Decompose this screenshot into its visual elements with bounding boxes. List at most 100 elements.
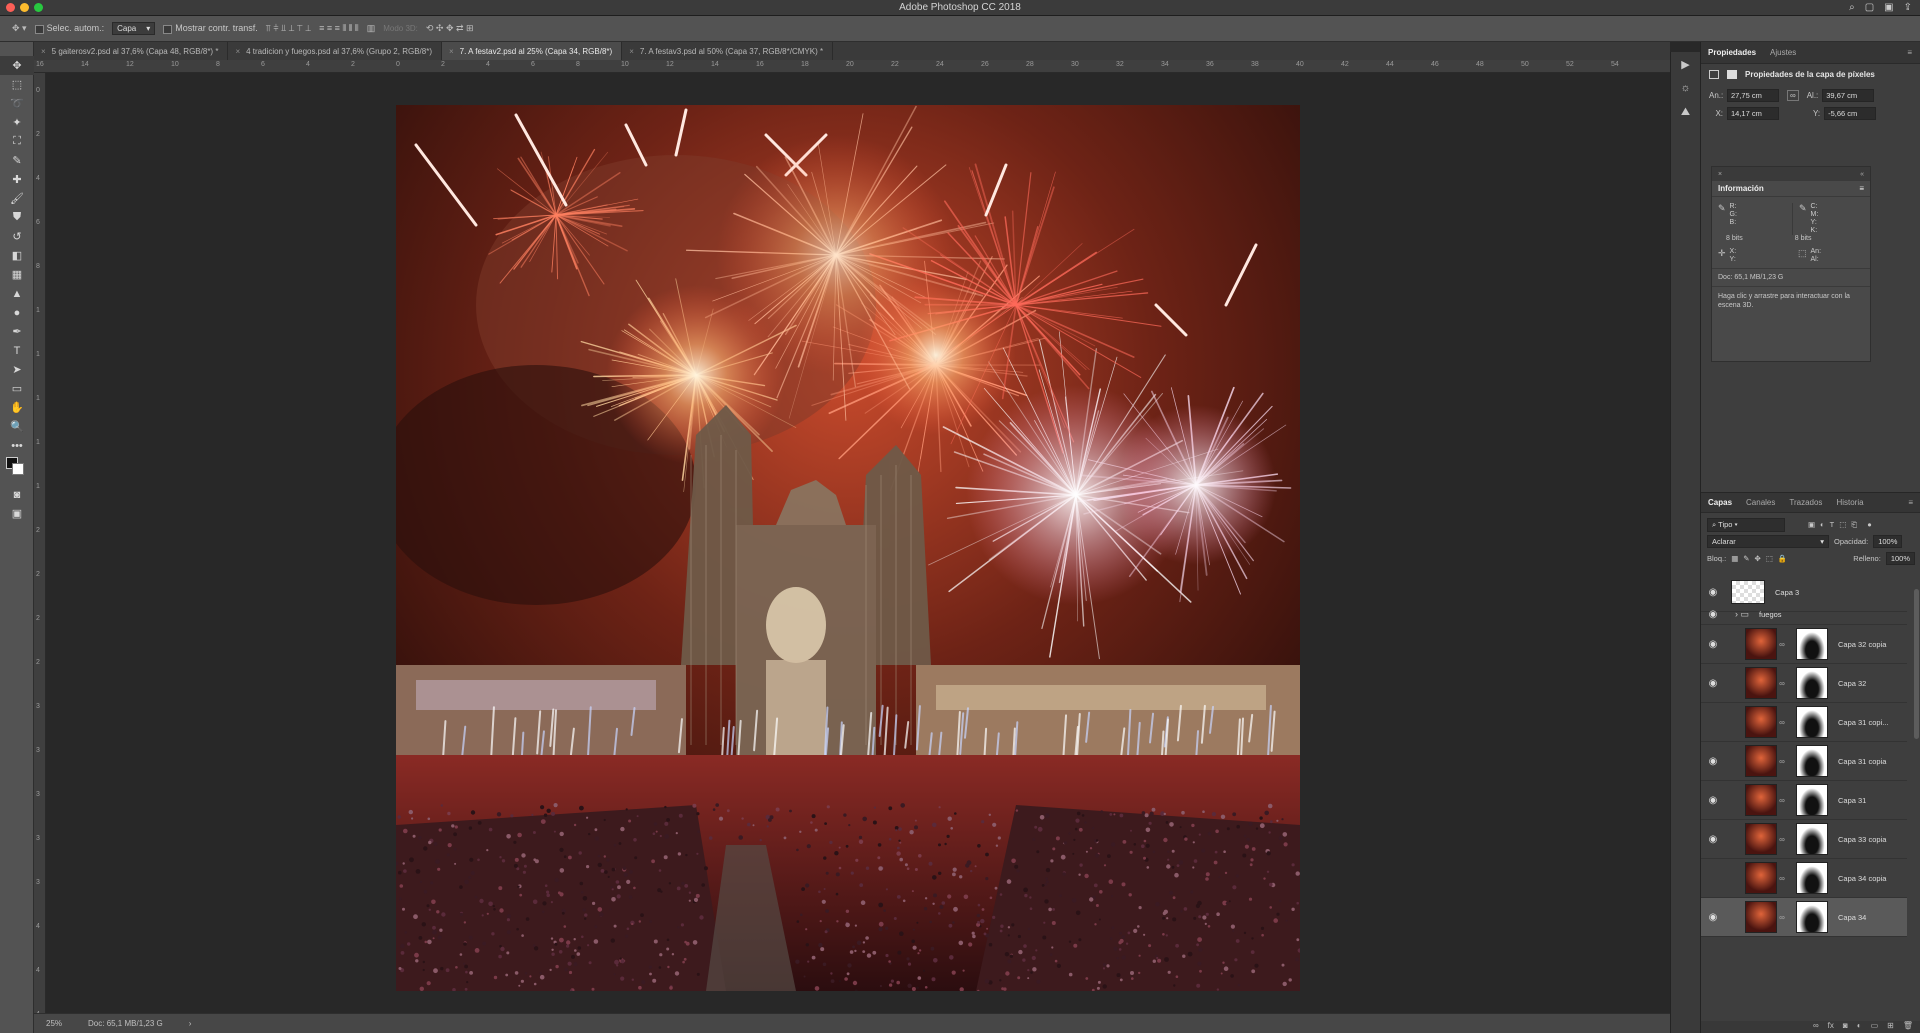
link-layers-icon[interactable]: ∞ [1813,1021,1819,1033]
path-selection-tool-icon[interactable]: ➤ [0,360,34,379]
layer-thumbnail[interactable] [1745,862,1777,894]
mask-link-icon[interactable]: ∞ [1779,796,1785,805]
new-group-icon[interactable]: ▭ [1871,1021,1879,1033]
mask-link-icon[interactable]: ∞ [1779,640,1785,649]
layer-row[interactable]: ◉ ∞ Capa 32 copia [1701,625,1907,664]
close-icon[interactable]: × [1718,171,1722,178]
adjustments-icon[interactable]: ☼ [1671,76,1700,100]
panel-menu-icon[interactable]: ≡ [1907,48,1912,57]
visibility-eye-icon[interactable]: ◉ [1701,795,1725,806]
auto-select-dropdown[interactable]: Capa ▾ [112,22,156,35]
close-icon[interactable]: × [41,47,46,56]
type-tool-icon[interactable]: T [0,341,34,360]
vertical-ruler[interactable]: 0246811111222233333444 [34,73,46,1013]
layer-row[interactable]: ◉ ∞ Capa 31 copia [1701,742,1907,781]
healing-tool-icon[interactable]: ✚ [0,170,34,189]
layer-mask-thumbnail[interactable] [1796,862,1828,894]
mask-link-icon[interactable]: ∞ [1779,835,1785,844]
layer-thumbnail[interactable] [1745,901,1777,933]
document-tab[interactable]: × 7. A festav3.psd al 50% (Capa 37, RGB/8… [622,42,834,60]
visibility-eye-icon[interactable]: ◉ [1701,609,1725,620]
panel-menu-icon[interactable]: ≡ [1908,498,1913,507]
mask-link-icon[interactable]: ∞ [1779,913,1785,922]
close-icon[interactable]: × [629,47,634,56]
folder-icon[interactable]: › ▭ [1735,609,1749,620]
share-icon[interactable]: ⇪ [1904,2,1912,13]
layer-thumbnail[interactable] [1745,706,1777,738]
blend-mode-dropdown[interactable]: Aclarar ▾ [1707,535,1829,548]
workspace-icon[interactable]: ▣ [1884,2,1893,13]
mask-link-icon[interactable]: ∞ [1779,874,1785,883]
layer-filter-dropdown[interactable]: ⌕ Tipo ▾ [1707,517,1785,532]
layer-row[interactable]: ◉ ∞ Capa 32 [1701,664,1907,703]
layer-thumbnail[interactable] [1745,667,1777,699]
layer-row[interactable]: ◉ ∞ Capa 34 [1701,898,1907,937]
layer-thumbnail[interactable] [1731,580,1765,604]
adjustment-layer-icon[interactable]: ◐ [1857,1021,1862,1033]
rectangle-tool-icon[interactable]: ▭ [0,379,34,398]
auto-select-checkbox[interactable]: Selec. autom.: [34,23,104,34]
move-tool-icon[interactable]: ✥ ▾ [12,23,27,34]
filter-toggle-icon[interactable]: ● [1867,520,1872,529]
more-tools-icon[interactable]: ••• [0,436,34,455]
fx-icon[interactable]: fx [1828,1021,1834,1033]
tab-canales[interactable]: Canales [1746,498,1775,507]
tab-ajustes[interactable]: Ajustes [1770,48,1796,57]
quick-mask-icon[interactable]: ◙ [0,485,34,504]
layer-thumbnail[interactable] [1745,784,1777,816]
layer-row[interactable]: ∞ Capa 34 copia [1701,859,1907,898]
tab-trazados[interactable]: Trazados [1789,498,1822,507]
layer-mask-thumbnail[interactable] [1796,628,1828,660]
layer-mask-thumbnail[interactable] [1796,706,1828,738]
mask-link-icon[interactable]: ∞ [1779,757,1785,766]
mask-link-icon[interactable]: ∞ [1779,679,1785,688]
height-field[interactable]: 39,67 cm [1822,89,1875,102]
layer-row[interactable]: ◉ ∞ Capa 33 copia [1701,820,1907,859]
add-mask-icon[interactable]: ◙ [1843,1021,1848,1033]
gradient-tool-icon[interactable]: ▦ [0,265,34,284]
magic-wand-tool-icon[interactable]: ✦ [0,113,34,132]
pen-tool-icon[interactable]: ✒ [0,322,34,341]
opacity-field[interactable]: 100% [1873,535,1903,548]
visibility-eye-icon[interactable]: ◉ [1701,912,1725,923]
screen-mode-icon[interactable]: ▣ [0,504,34,523]
document-tab[interactable]: × 5 gaiterosv2.psd al 37,6% (Capa 48, RGB… [34,42,229,60]
width-field[interactable]: 27,75 cm [1727,89,1779,102]
filter-icons[interactable]: ▣◐T⬚⎗ [1808,520,1862,530]
status-arrow-icon[interactable]: › [189,1019,192,1028]
x-field[interactable]: 14,17 cm [1727,107,1779,120]
dodge-tool-icon[interactable]: ● [0,303,34,322]
fill-field[interactable]: 100% [1885,552,1915,565]
marquee-tool-icon[interactable]: ⬚ [0,75,34,94]
hand-tool-icon[interactable]: ✋ [0,398,34,417]
visibility-eye-icon[interactable]: ◉ [1701,639,1725,650]
layer-mask-thumbnail[interactable] [1796,901,1828,933]
y-field[interactable]: -5,66 cm [1824,107,1877,120]
history-brush-tool-icon[interactable]: ↺ [0,227,34,246]
lasso-tool-icon[interactable]: ➰ [0,94,34,113]
visibility-eye-icon[interactable]: ◉ [1701,587,1725,598]
blur-tool-icon[interactable]: ▲ [0,284,34,303]
layer-thumbnail[interactable] [1745,745,1777,777]
zoom-tool-icon[interactable]: 🔍 [0,417,34,436]
visibility-eye-icon[interactable]: ◉ [1701,756,1725,767]
layer-row[interactable]: ◉ › ▭ fuegos [1701,605,1907,625]
tab-historia[interactable]: Historia [1836,498,1863,507]
visibility-eye-icon[interactable]: ◉ [1701,678,1725,689]
document-canvas-image[interactable] [396,105,1300,991]
show-transform-checkbox[interactable]: Mostrar contr. transf. [163,23,258,34]
mask-link-icon[interactable]: ∞ [1779,718,1785,727]
document-tab[interactable]: × 4 tradicion y fuegos.psd al 37,6% (Grup… [228,42,442,60]
eraser-tool-icon[interactable]: ◧ [0,246,34,265]
layer-thumbnail[interactable] [1745,823,1777,855]
3d-icon[interactable]: ⛰ [1671,100,1700,124]
zoom-level[interactable]: 25% [46,1019,62,1028]
layers-scrollbar[interactable] [1914,589,1919,739]
mask-icon[interactable] [1727,70,1737,79]
collapse-icon[interactable]: « [1860,171,1864,178]
align-buttons[interactable]: ⫪ ⫩ ⫫ ⊥ ⊤ ⊥ [266,23,311,34]
layer-mask-thumbnail[interactable] [1796,784,1828,816]
search-icon[interactable]: ⌕ [1849,2,1855,13]
lock-icons[interactable]: ▦✎✥⬚🔒 [1731,554,1792,563]
move-tool-icon[interactable]: ✥ [0,56,34,75]
